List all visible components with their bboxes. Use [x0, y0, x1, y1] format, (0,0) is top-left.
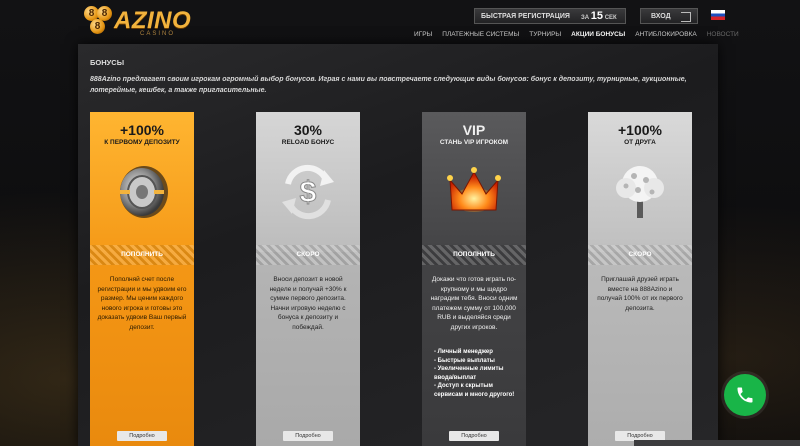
card-description: Приглашай друзей играть вместе на 888Azi… [597, 276, 683, 312]
card-head: 30% RELOAD БОНУС $ [256, 112, 360, 252]
nav-item-antiblock[interactable]: АНТИБЛОКИРОВКА [635, 31, 696, 38]
bonus-card-first-deposit: +100% К ПЕРВОМУ ДЕПОЗИТУ ПОПОЛНИТЬ Попол… [90, 112, 194, 446]
login-icon [681, 12, 691, 22]
nav-item-bonuses[interactable]: АКЦИИ БОНУСЫ [571, 31, 625, 38]
bonus-card-friend: +100% ОТ ДРУГА СКОРО Приглашай друзей иг… [588, 112, 692, 446]
header: 8 8 8 AZINO CASINO БЫСТРАЯ РЕГИСТРАЦИЯ З… [0, 0, 800, 44]
card-subtitle: RELOAD БОНУС [281, 139, 335, 146]
russia-flag-icon[interactable] [711, 10, 725, 20]
card-head: VIP СТАНЬ VIP ИГРОКОМ [422, 112, 526, 252]
list-item: - Доступ к скрытым сервисам и много друг… [434, 383, 515, 398]
vault-icon [120, 166, 168, 218]
card-details-button[interactable]: Подробно [283, 431, 333, 441]
card-title: +100% [120, 122, 164, 138]
nav-item-payment-systems[interactable]: ПЛАТЕЖНЫЕ СИСТЕМЫ [442, 31, 519, 38]
nav-item-games[interactable]: ИГРЫ [414, 31, 432, 38]
logo-subtext: CASINO [140, 31, 176, 37]
svg-text:$: $ [300, 176, 317, 209]
card-action-button[interactable]: СКОРО [588, 245, 692, 265]
card-description: Пополняй счет после регистрации и мы удв… [97, 276, 187, 331]
card-subtitle: СТАНЬ VIP ИГРОКОМ [439, 139, 509, 146]
logo-ball: 8 [90, 19, 105, 34]
card-subtitle: К ПЕРВОМУ ДЕПОЗИТУ [104, 139, 180, 146]
vip-benefits-list: - Личный менеджер - Быстрые выплаты - Ув… [434, 348, 518, 399]
card-details-button[interactable]: Подробно [449, 431, 499, 441]
card-title: 30% [293, 122, 323, 138]
login-label: ВХОД [651, 12, 671, 20]
bonuses-panel: БОНУСЫ 888Azino предлагает своим игрокам… [78, 44, 718, 446]
card-head: +100% ОТ ДРУГА [588, 112, 692, 252]
section-title: БОНУСЫ [90, 58, 125, 67]
card-action-button[interactable]: СКОРО [256, 245, 360, 265]
list-item: - Быстрые выплаты [434, 357, 495, 364]
logo[interactable]: 8 8 8 AZINO CASINO [84, 3, 191, 39]
card-title: VIP [462, 122, 486, 138]
card-subtitle: ОТ ДРУГА [624, 139, 656, 146]
card-details-button[interactable]: Подробно [117, 431, 167, 441]
card-action-button[interactable]: ПОПОЛНИТЬ [422, 245, 526, 265]
bonus-card-reload: 30% RELOAD БОНУС $ СКОРО Вноси депозит в… [256, 112, 360, 446]
main-nav: ИГРЫ ПЛАТЕЖНЫЕ СИСТЕМЫ ТУРНИРЫ АКЦИИ БОН… [414, 31, 739, 38]
nav-item-news[interactable]: НОВОСТИ [707, 31, 739, 38]
register-time: ЗА 15 СЕК [581, 10, 617, 22]
card-title: +100% [618, 122, 662, 138]
list-item: - Личный менеджер [434, 349, 493, 355]
card-description: Докажи что готов играть по-крупному и мы… [430, 276, 518, 331]
list-item: - Увеличенные лимиты ввода/выплат [434, 366, 504, 381]
logo-balls: 8 8 8 [84, 6, 114, 36]
nav-item-tournaments[interactable]: ТУРНИРЫ [529, 31, 561, 38]
phone-icon [737, 387, 753, 403]
section-intro: 888Azino предлагает своим игрокам огромн… [90, 76, 687, 94]
money-tree-icon [616, 166, 664, 218]
bottom-bar [634, 440, 800, 446]
dollar-arrows-icon: $ [282, 164, 334, 220]
card-action-button[interactable]: ПОПОЛНИТЬ [90, 245, 194, 265]
bonus-card-vip: VIP СТАНЬ VIP ИГРОКОМ ПОПОЛНИТЬ Докажи ч… [422, 112, 526, 446]
card-description: Вноси депозит в новой неделе и получай +… [269, 276, 347, 331]
call-button[interactable] [724, 374, 766, 416]
card-head: +100% К ПЕРВОМУ ДЕПОЗИТУ [90, 112, 194, 252]
login-button[interactable]: ВХОД [640, 8, 698, 24]
crown-icon [447, 167, 501, 212]
quick-register-button[interactable]: БЫСТРАЯ РЕГИСТРАЦИЯ ЗА 15 СЕК [474, 8, 626, 24]
register-label: БЫСТРАЯ РЕГИСТРАЦИЯ [481, 12, 570, 20]
